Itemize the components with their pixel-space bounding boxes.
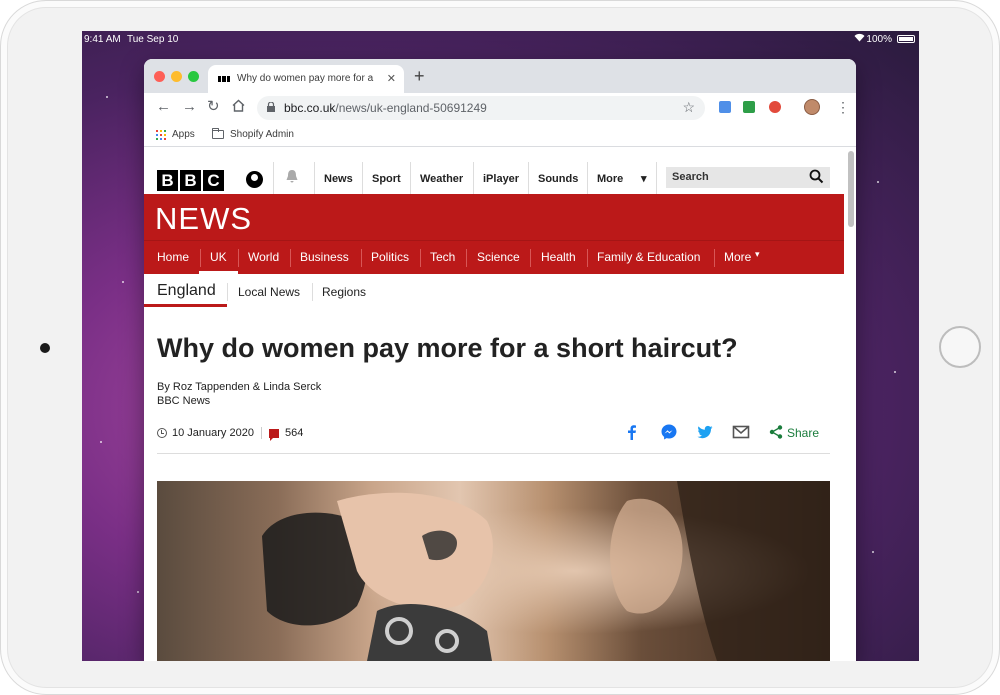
- search-icon[interactable]: [809, 169, 824, 184]
- meta-divider: [157, 453, 830, 454]
- share-icon[interactable]: [769, 425, 783, 439]
- nav-uk[interactable]: UK: [210, 250, 227, 264]
- nav-science[interactable]: Science: [477, 250, 520, 264]
- extension-icon[interactable]: [743, 101, 755, 113]
- tab-title: Why do women pay more for a: [237, 73, 374, 84]
- nav-more[interactable]: More: [724, 250, 751, 264]
- folder-icon: [212, 128, 224, 139]
- menu-kebab-icon[interactable]: ⋮: [836, 99, 850, 115]
- browser-tab[interactable]: Why do women pay more for a ✕: [208, 65, 404, 93]
- bookmark-shopify-admin[interactable]: Shopify Admin: [212, 128, 294, 140]
- back-icon[interactable]: ←: [156, 99, 171, 115]
- bbc-logo[interactable]: B B C: [157, 170, 224, 191]
- comments-icon[interactable]: [268, 428, 279, 441]
- bookmark-label: Shopify Admin: [230, 129, 294, 140]
- ios-status-bar: 9:41 AM Tue Sep 10 100%: [82, 31, 919, 47]
- minimize-window-button[interactable]: [171, 71, 182, 82]
- logo-letter: C: [203, 170, 224, 191]
- url-text: bbc.co.uk/news/uk-england-50691249: [284, 101, 487, 115]
- active-subnav-indicator: [144, 304, 227, 307]
- news-section-nav: Home UK World Business Politics Tech Sci…: [144, 240, 844, 275]
- chrome-window: Why do women pay more for a ✕ + ← → ↻ bb…: [144, 59, 856, 661]
- nav-home[interactable]: Home: [157, 250, 189, 264]
- nav-family-education[interactable]: Family & Education: [597, 250, 700, 264]
- front-camera: [40, 343, 50, 353]
- browser-toolbar: ← → ↻ bbc.co.uk/news/uk-england-50691249…: [144, 93, 856, 123]
- top-nav-news[interactable]: News: [324, 173, 353, 185]
- subnav-england[interactable]: England: [157, 282, 216, 300]
- news-wordmark[interactable]: NEWS: [155, 201, 252, 237]
- article-meta: 10 January 2020 564: [157, 427, 303, 441]
- close-tab-icon[interactable]: ✕: [387, 72, 396, 85]
- share-button[interactable]: Share: [787, 426, 819, 440]
- notifications-bell-icon[interactable]: [285, 169, 299, 188]
- search-input[interactable]: Search: [666, 167, 830, 188]
- lock-icon: [267, 102, 275, 112]
- url-host: bbc.co.uk: [284, 101, 336, 115]
- address-bar[interactable]: bbc.co.uk/news/uk-england-50691249 ☆: [257, 96, 705, 120]
- web-page: B B C News Sport Weather iPlayer Sounds: [144, 148, 856, 661]
- extension-icon[interactable]: [719, 101, 731, 113]
- bookmarks-bar: Apps Shopify Admin: [144, 123, 856, 147]
- status-date: Tue Sep 10: [127, 34, 179, 45]
- clock-icon: [157, 428, 167, 438]
- chevron-down-icon[interactable]: ▾: [755, 249, 760, 260]
- facebook-icon[interactable]: [623, 423, 641, 441]
- article-byline: By Roz Tappenden & Linda Serck BBC News: [157, 380, 321, 408]
- bbc-masthead: B B C News Sport Weather iPlayer Sounds: [144, 148, 844, 194]
- account-icon[interactable]: [246, 171, 263, 188]
- url-path: /news/uk-england-50691249: [335, 101, 487, 115]
- top-nav-weather[interactable]: Weather: [420, 173, 463, 185]
- nav-world[interactable]: World: [248, 250, 279, 264]
- nav-health[interactable]: Health: [541, 250, 576, 264]
- subnav-regions[interactable]: Regions: [322, 285, 366, 299]
- email-icon[interactable]: [732, 423, 750, 441]
- comment-count[interactable]: 564: [285, 427, 303, 439]
- extension-icon[interactable]: [769, 101, 781, 113]
- top-nav-more[interactable]: More: [597, 173, 623, 185]
- top-nav-iplayer[interactable]: iPlayer: [483, 173, 519, 185]
- bookmark-apps[interactable]: Apps: [156, 129, 195, 140]
- battery-icon: [897, 35, 915, 43]
- reload-icon[interactable]: ↻: [207, 99, 220, 115]
- status-time: 9:41 AM: [84, 34, 121, 45]
- ipad-screen: 9:41 AM Tue Sep 10 100% Why do women pay…: [82, 31, 919, 661]
- article-headline: Why do women pay more for a short haircu…: [157, 333, 738, 363]
- sub-navigation: England Local News Regions: [144, 274, 844, 308]
- article-hero-image: [157, 481, 830, 661]
- top-nav-sport[interactable]: Sport: [372, 173, 401, 185]
- article-date: 10 January 2020: [172, 427, 254, 439]
- logo-letter: B: [157, 170, 178, 191]
- search-placeholder: Search: [672, 171, 709, 183]
- logo-letter: B: [180, 170, 201, 191]
- top-nav-sounds[interactable]: Sounds: [538, 173, 578, 185]
- apps-grid-icon: [156, 129, 166, 140]
- wifi-icon: [854, 33, 865, 45]
- bookmark-star-icon[interactable]: ☆: [682, 99, 695, 116]
- author-names: By Roz Tappenden & Linda Serck: [157, 381, 322, 393]
- nav-business[interactable]: Business: [300, 250, 349, 264]
- article-source: BBC News: [157, 395, 211, 407]
- home-button[interactable]: [939, 326, 981, 368]
- profile-avatar[interactable]: [804, 99, 820, 115]
- news-banner: NEWS: [144, 194, 844, 240]
- nav-tech[interactable]: Tech: [430, 250, 455, 264]
- close-window-button[interactable]: [154, 71, 165, 82]
- messenger-icon[interactable]: [660, 423, 678, 441]
- subnav-local-news[interactable]: Local News: [238, 285, 300, 299]
- maximize-window-button[interactable]: [188, 71, 199, 82]
- page-scrollbar[interactable]: [848, 151, 854, 227]
- tab-strip: Why do women pay more for a ✕ +: [144, 59, 856, 93]
- new-tab-icon[interactable]: +: [414, 65, 425, 87]
- chevron-down-icon[interactable]: ▾: [641, 172, 647, 185]
- twitter-icon[interactable]: [696, 423, 714, 441]
- bbc-favicon-icon: [218, 76, 230, 82]
- battery-percent: 100%: [866, 34, 892, 45]
- forward-icon[interactable]: →: [182, 99, 197, 115]
- home-icon[interactable]: [232, 99, 245, 116]
- nav-politics[interactable]: Politics: [371, 250, 409, 264]
- bookmark-label: Apps: [172, 129, 195, 140]
